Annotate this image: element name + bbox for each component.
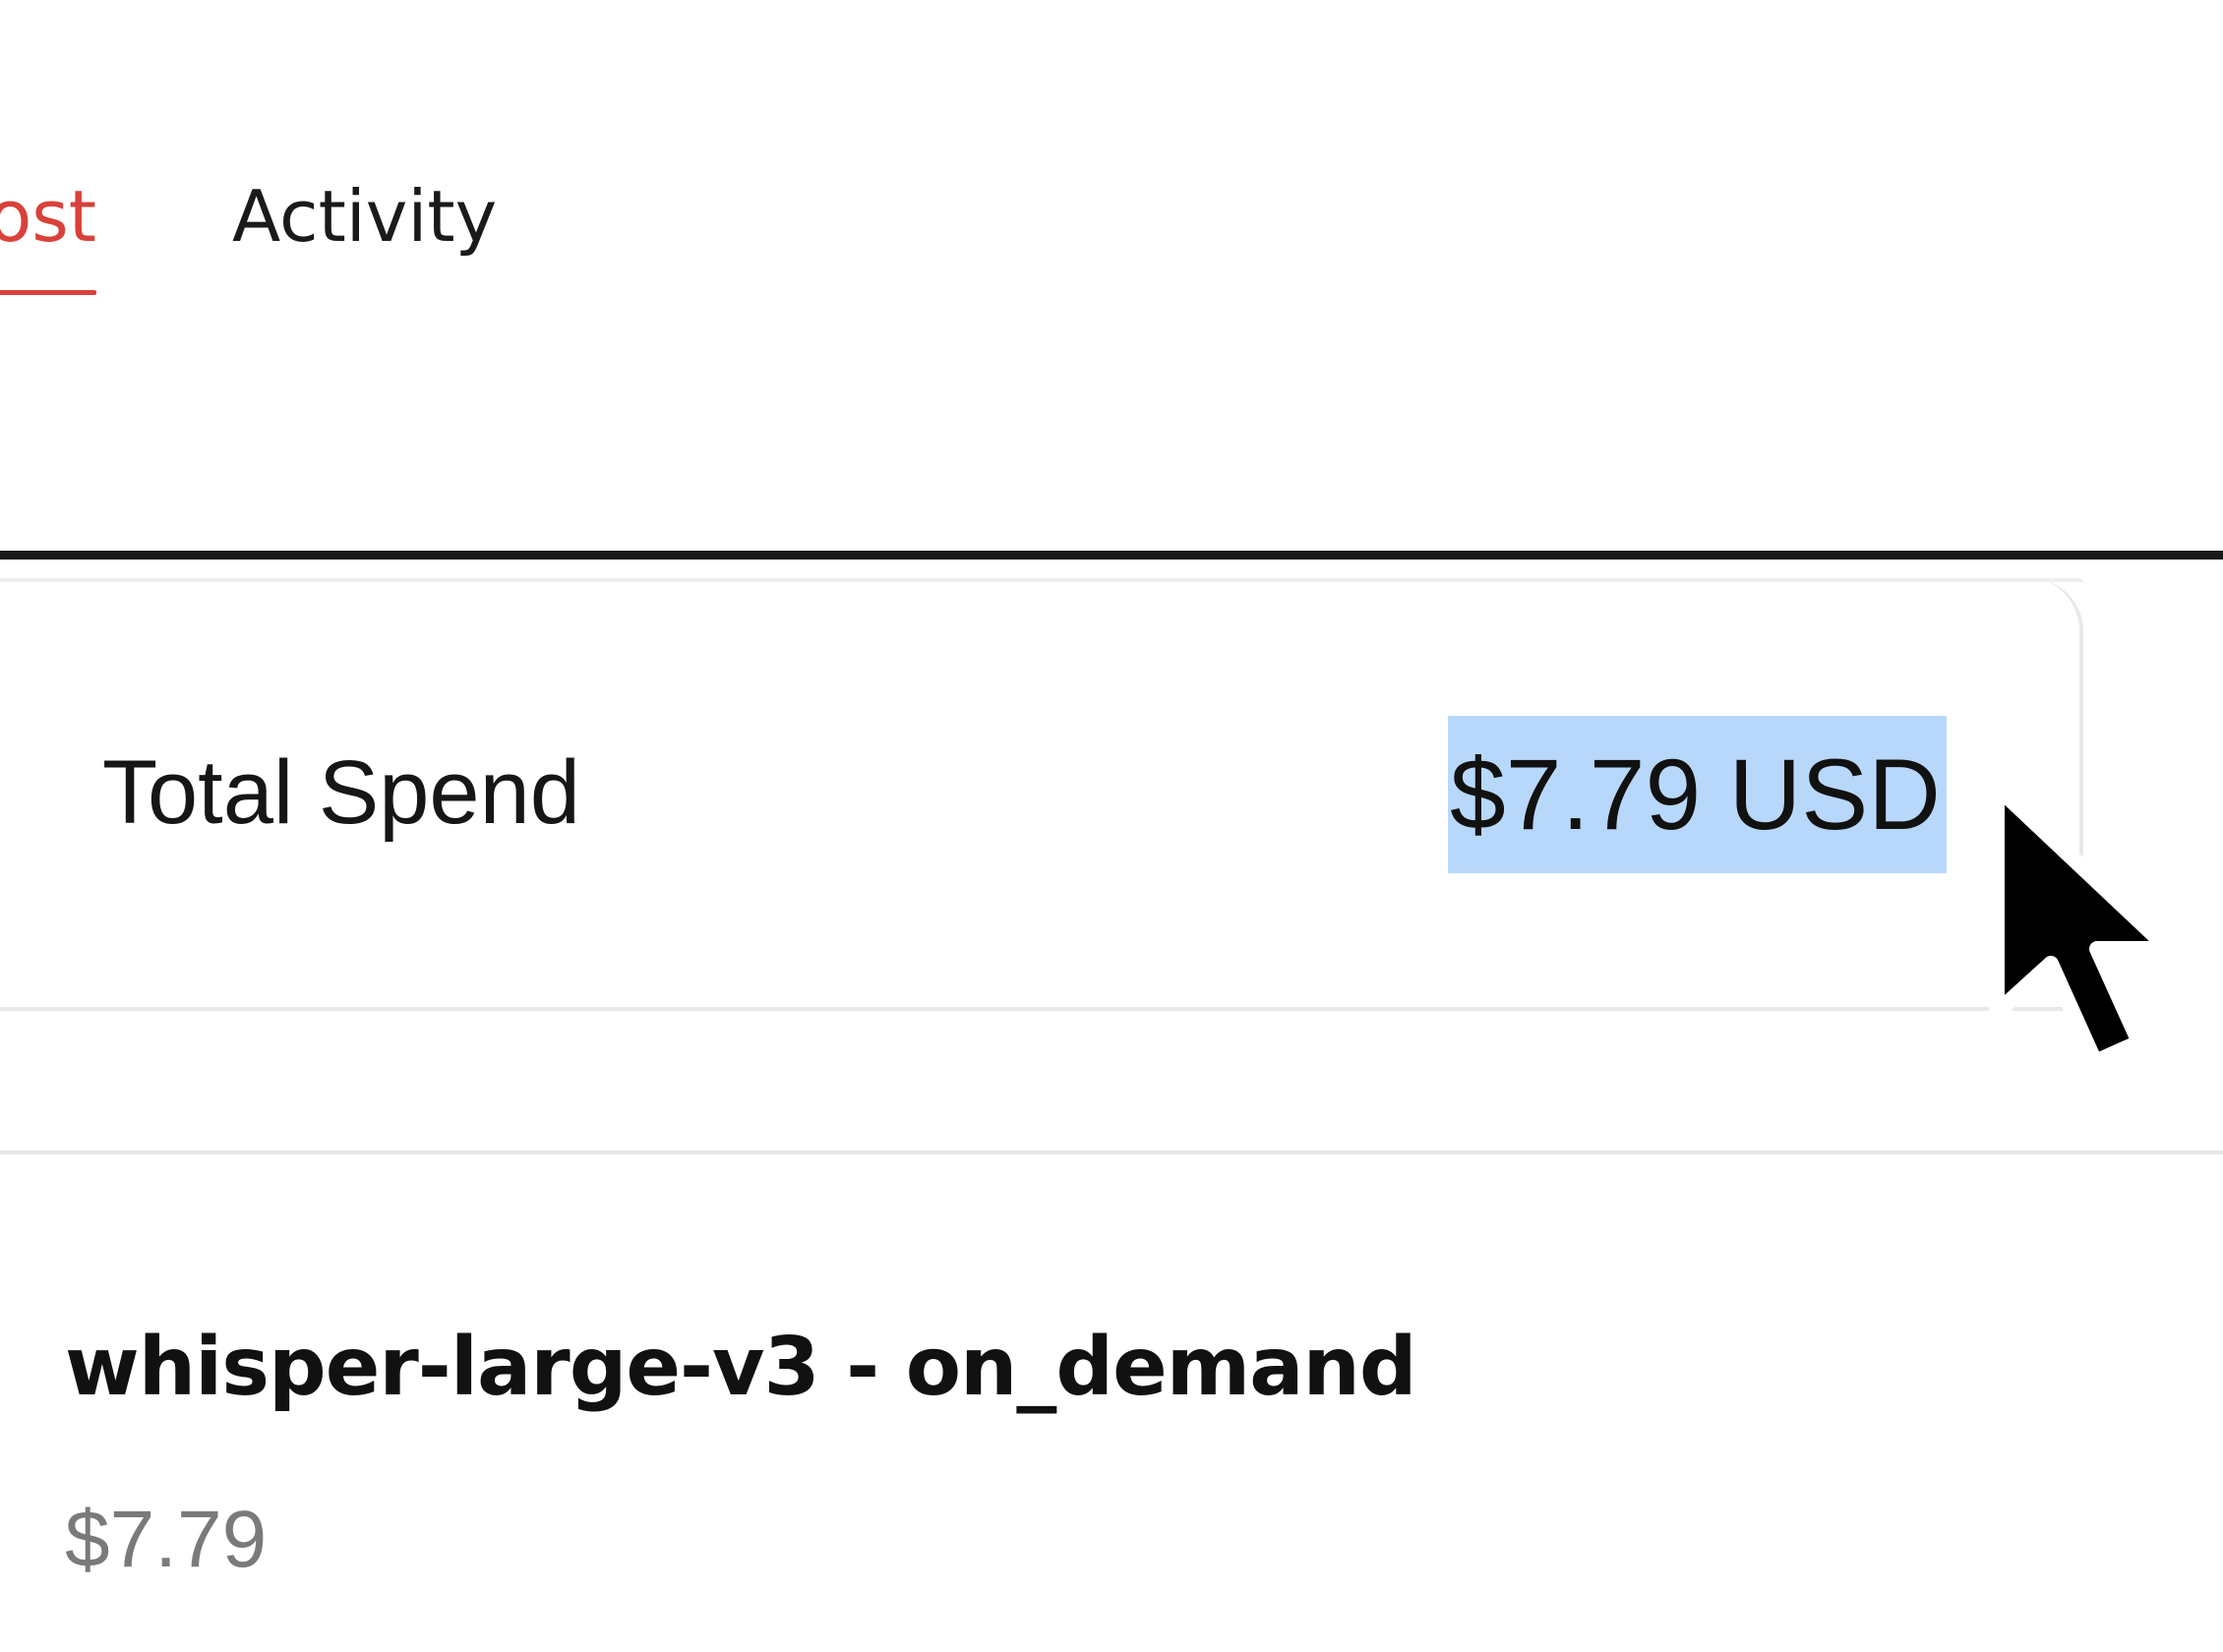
line-item-name: whisper-large-v3 - on_demand — [65, 1321, 1417, 1414]
tab-cost[interactable]: Cost — [0, 157, 96, 295]
line-item-amount: $7.79 — [65, 1495, 268, 1584]
tab-divider — [0, 551, 2223, 560]
tab-cost-label: Cost — [0, 175, 96, 258]
tab-activity[interactable]: Activity — [232, 157, 497, 295]
active-tab-indicator — [0, 290, 96, 295]
tab-activity-label: Activity — [232, 175, 498, 258]
section-divider — [0, 1150, 2223, 1154]
total-spend-label: Total Spend — [102, 742, 580, 843]
billing-page: Cost Activity Total Spend $7.79 USD whis… — [0, 0, 2223, 1652]
total-spend-value[interactable]: $7.79 USD — [1448, 716, 1947, 873]
tab-bar: Cost Activity — [0, 157, 2223, 295]
